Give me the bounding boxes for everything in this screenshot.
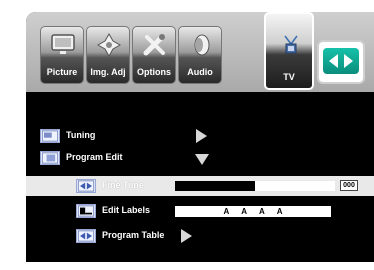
- menu-row-program-table[interactable]: Program Table: [76, 228, 216, 246]
- tab-label: TV: [283, 72, 295, 82]
- edit-labels-label: Edit Labels: [102, 205, 151, 215]
- tab-picture[interactable]: Picture: [40, 26, 84, 84]
- label-icon: [76, 204, 96, 218]
- label-char: A: [241, 207, 247, 216]
- program-edit-icon: [40, 151, 60, 165]
- fine-tune-slider[interactable]: [175, 181, 335, 191]
- program-table-label: Program Table: [102, 230, 165, 240]
- monitor-icon: [51, 34, 75, 54]
- menu-row-fine-tune[interactable]: Fine Tune: [76, 178, 172, 196]
- edit-labels-field[interactable]: A A A A: [175, 206, 331, 217]
- fine-tune-slider-fill: [255, 181, 335, 191]
- gear-adjust-icon: [96, 33, 122, 57]
- tab-options[interactable]: Options: [132, 26, 176, 84]
- tuning-icon: [40, 129, 60, 143]
- tuning-arrow-right-icon: [196, 129, 207, 143]
- antenna-icon: [284, 35, 298, 54]
- program-table-icon: [76, 229, 96, 243]
- label-char: A: [259, 207, 265, 216]
- menu-row-tuning[interactable]: Tuning: [40, 128, 360, 146]
- tools-icon: [143, 34, 165, 56]
- left-right-arrows-icon: [329, 54, 353, 68]
- program-edit-label: Program Edit: [66, 152, 123, 162]
- label-char: A: [276, 207, 283, 216]
- tab-label: Picture: [46, 67, 78, 77]
- label-char: A: [223, 207, 230, 216]
- tuning-label: Tuning: [66, 130, 96, 140]
- fine-tune-value: 000: [340, 180, 358, 191]
- tab-label: Img. Adj: [90, 67, 126, 77]
- fine-tune-icon: [76, 179, 96, 193]
- tab-label: Audio: [187, 67, 213, 77]
- program-edit-arrow-down-icon: [195, 154, 209, 165]
- menu-row-edit-labels[interactable]: Edit Labels: [76, 203, 176, 221]
- nav-arrows-tab[interactable]: [317, 40, 365, 84]
- tv-osd-screen: Picture Img. Adj Options Audio TV Tuning…: [0, 0, 374, 270]
- tab-tv[interactable]: TV: [264, 12, 314, 90]
- program-table-arrow-right-icon: [181, 229, 192, 243]
- menu-row-program-edit[interactable]: Program Edit: [40, 150, 360, 168]
- tab-label: Options: [137, 67, 171, 77]
- tab-img-adj[interactable]: Img. Adj: [86, 26, 130, 84]
- speaker-icon: [194, 34, 210, 56]
- fine-tune-label: Fine Tune: [102, 180, 144, 190]
- tab-audio[interactable]: Audio: [178, 26, 222, 84]
- nav-arrows-button[interactable]: [323, 48, 359, 74]
